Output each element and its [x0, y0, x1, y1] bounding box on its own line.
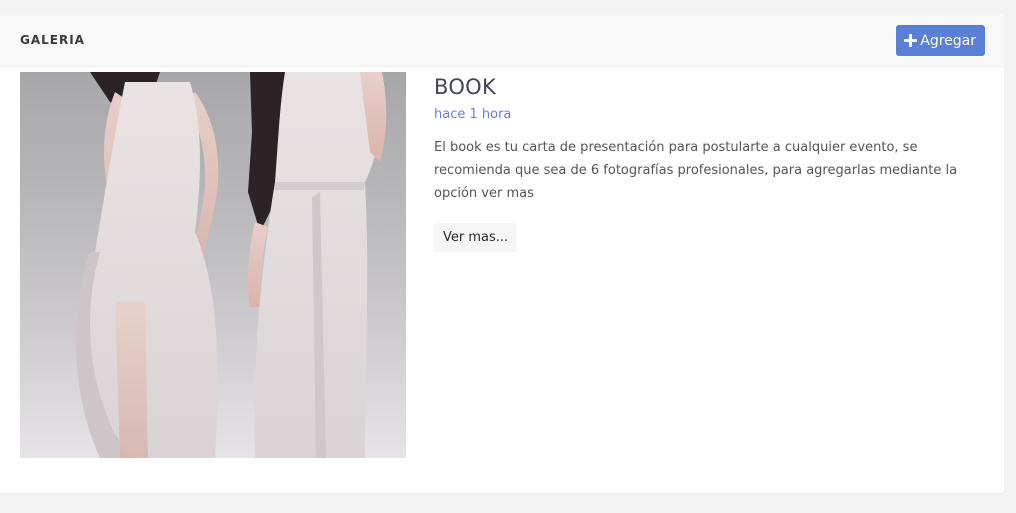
page-title: GALERIA — [20, 33, 85, 47]
view-more-button[interactable]: Ver mas... — [434, 223, 518, 252]
add-button-label: Agregar — [920, 32, 976, 49]
add-button[interactable]: Agregar — [896, 25, 985, 56]
gallery-item-time: hace 1 hora — [434, 107, 512, 122]
plus-icon — [904, 34, 918, 47]
gallery-item-description: El book es tu carta de presentación para… — [434, 140, 958, 201]
card-header: GALERIA Agregar — [0, 14, 1004, 67]
gallery-item-photo[interactable] — [20, 72, 406, 458]
gallery-item: BOOK hace 1 hora El book es tu carta de … — [434, 72, 974, 252]
gallery-item-title[interactable]: BOOK — [434, 75, 974, 99]
